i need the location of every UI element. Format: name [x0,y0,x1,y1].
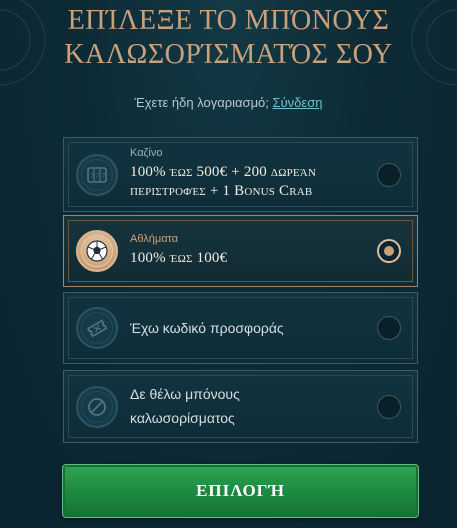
option-text-line-1: Δε θέλω μπόνους [130,386,240,402]
title-line-2: καλωσορίσματός σου [64,39,393,70]
option-category: Αθλήματα [130,233,179,245]
option-inner-frame [68,375,413,438]
option-inner-frame [68,220,413,282]
option-radio[interactable] [377,316,401,340]
option-offer-line-2: περιστροφές + 1 Bonus Crab [130,183,313,199]
no-bonus-icon [76,385,118,428]
option-text: Έχω κωδικό προσφοράς [130,320,284,336]
page-title: Επίλεξε το μπόνους καλωσορίσματός σου [0,4,457,72]
option-offer-line-1: 100% έως 500€ + 200 δωρεάν [130,164,317,180]
soccer-ball-icon [76,230,118,272]
bonus-option-sports[interactable]: Αθλήματα 100% έως 100€ [63,215,418,287]
slot-machine-icon: 7 7 7 [76,153,118,196]
ticket-icon [76,307,118,349]
bonus-option-casino[interactable]: 7 7 7 Καζίνο 100% έως 500€ + 200 δωρεάν … [63,137,418,212]
option-radio-selected[interactable] [377,239,401,263]
option-text-line-2: καλωσορίσματος [130,410,235,426]
login-prompt: Έχετε ήδη λογαριασμό; Σύνδεση [0,95,457,110]
option-radio[interactable] [377,162,401,187]
option-category: Καζίνο [130,147,163,159]
title-line-1: Επίλεξε το μπόνους [67,5,390,36]
svg-text:7: 7 [102,173,106,180]
bonus-option-no-bonus[interactable]: Δε θέλω μπόνους καλωσορίσματος [63,370,418,443]
bonus-option-promo-code[interactable]: Έχω κωδικό προσφοράς [63,292,418,364]
login-prompt-text: Έχετε ήδη λογαριασμό; [134,95,269,110]
svg-text:7: 7 [96,173,100,180]
svg-text:7: 7 [90,173,94,180]
login-link[interactable]: Σύνδεση [273,95,323,110]
select-button[interactable]: Επιλογή [62,464,419,518]
option-offer-line-1: 100% έως 100€ [130,250,228,266]
option-radio[interactable] [377,394,401,419]
